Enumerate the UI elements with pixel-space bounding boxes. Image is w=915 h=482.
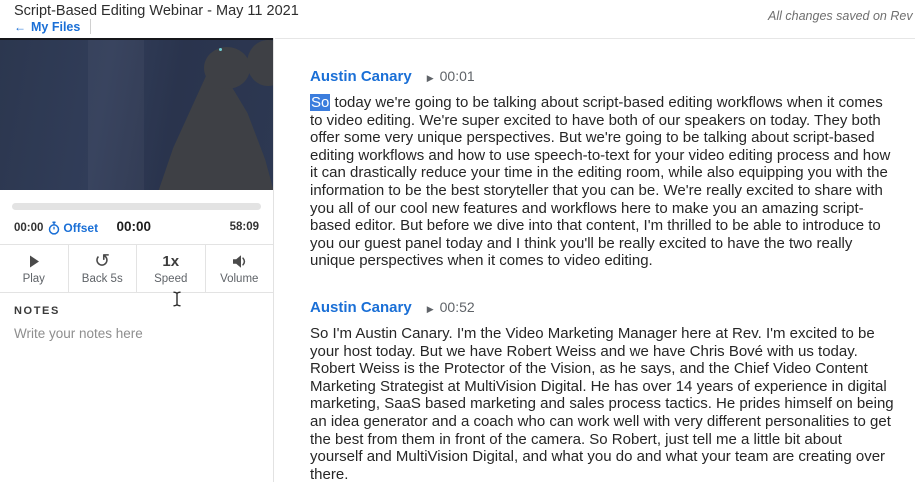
speaker-silhouette-body bbox=[148, 76, 273, 190]
transcript-editor: Austin Canary ▶ 00:01 So today we're goi… bbox=[275, 38, 915, 482]
elapsed-time: 00:00 bbox=[116, 219, 151, 234]
duration: 58:09 bbox=[230, 221, 259, 233]
media-sidebar: 00:00 Offset 00:00 58:09 Play bbox=[0, 38, 274, 482]
highlighted-word[interactable]: So bbox=[310, 94, 330, 111]
app-header: Script-Based Editing Webinar - May 11 20… bbox=[0, 0, 915, 38]
back-arrow-icon: ← bbox=[14, 20, 26, 34]
transcript-paragraph[interactable]: So today we're going to be talking about… bbox=[310, 94, 897, 270]
speed-label: Speed bbox=[154, 273, 187, 285]
play-marker-icon: ▶ bbox=[427, 304, 434, 315]
notes-input[interactable]: Write your notes here bbox=[14, 326, 259, 341]
video-player[interactable] bbox=[0, 38, 273, 190]
back-to-my-files-link[interactable]: ← My Files bbox=[14, 19, 91, 34]
speaker-name[interactable]: Austin Canary bbox=[310, 299, 412, 316]
back-link-label: My Files bbox=[31, 20, 80, 34]
paragraph-text: today we're going to be talking about sc… bbox=[310, 94, 890, 269]
volume-icon bbox=[231, 252, 248, 271]
notes-section: NOTES Write your notes here bbox=[0, 293, 273, 353]
timestamp-value: 00:01 bbox=[440, 68, 475, 84]
paragraph-text: So I'm Austin Canary. I'm the Video Mark… bbox=[310, 325, 894, 482]
transcript-block: Austin Canary ▶ 00:01 So today we're goi… bbox=[310, 68, 897, 270]
time-row: 00:00 Offset 00:00 58:09 bbox=[12, 218, 261, 237]
current-time: 00:00 bbox=[14, 222, 43, 234]
play-button[interactable]: Play bbox=[0, 245, 69, 292]
back-5s-button[interactable]: ↺ Back 5s bbox=[69, 245, 138, 292]
offset-button[interactable]: Offset bbox=[48, 221, 98, 235]
play-icon bbox=[27, 252, 41, 271]
transcript-paragraph[interactable]: So I'm Austin Canary. I'm the Video Mark… bbox=[310, 325, 897, 482]
stopwatch-icon bbox=[48, 221, 60, 235]
video-thumbnail-band bbox=[88, 40, 144, 190]
notes-heading: NOTES bbox=[14, 305, 259, 317]
back-5s-label: Back 5s bbox=[82, 273, 123, 285]
speaker-name[interactable]: Austin Canary bbox=[310, 68, 412, 85]
player-controls: Play ↺ Back 5s 1x Speed Volume bbox=[0, 244, 273, 293]
play-marker-icon: ▶ bbox=[427, 73, 434, 84]
seek-bar[interactable] bbox=[12, 203, 261, 210]
transcript-block: Austin Canary ▶ 00:52 So I'm Austin Cana… bbox=[310, 299, 897, 482]
video-highlight-dot bbox=[219, 48, 222, 51]
timestamp-button[interactable]: ▶ 00:52 bbox=[427, 299, 475, 315]
speed-value: 1x bbox=[162, 253, 179, 270]
rewind-5s-icon: ↺ bbox=[94, 252, 110, 271]
timestamp-value: 00:52 bbox=[440, 299, 475, 315]
timestamp-button[interactable]: ▶ 00:01 bbox=[427, 68, 475, 84]
offset-label: Offset bbox=[63, 221, 98, 235]
breadcrumb-divider bbox=[90, 19, 91, 34]
timeline-section: 00:00 Offset 00:00 58:09 bbox=[0, 190, 273, 237]
document-title: Script-Based Editing Webinar - May 11 20… bbox=[14, 3, 299, 19]
save-status: All changes saved on Rev 2 bbox=[768, 9, 915, 23]
block-header: Austin Canary ▶ 00:01 bbox=[310, 68, 897, 85]
block-header: Austin Canary ▶ 00:52 bbox=[310, 299, 897, 316]
speed-value-icon: 1x bbox=[162, 252, 179, 271]
speaker-silhouette-blob bbox=[247, 40, 273, 86]
speaker-silhouette-head bbox=[204, 47, 250, 89]
speed-button[interactable]: 1x Speed bbox=[137, 245, 206, 292]
play-label: Play bbox=[23, 273, 45, 285]
volume-button[interactable]: Volume bbox=[206, 245, 274, 292]
volume-label: Volume bbox=[220, 273, 258, 285]
